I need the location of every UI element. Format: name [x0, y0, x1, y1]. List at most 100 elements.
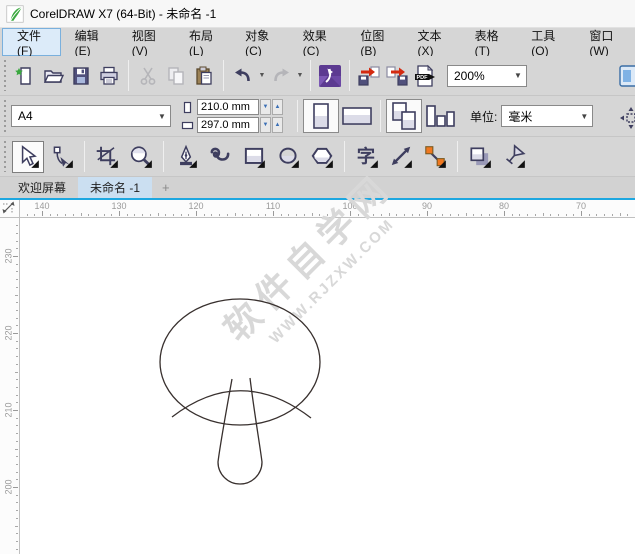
shape-tool[interactable]	[46, 141, 78, 173]
zoom-level-combobox[interactable]: 200% ▼	[447, 65, 527, 87]
menu-item-6[interactable]: 位图(B)	[346, 28, 403, 56]
page-height-spin-down[interactable]: ▼	[260, 117, 271, 133]
h-ruler-tick	[42, 211, 43, 216]
undo-dropdown-caret[interactable]: ▼	[257, 61, 267, 91]
menu-item-0[interactable]: 文件(F)	[2, 28, 61, 56]
h-ruler-minor-tick	[404, 214, 405, 216]
h-ruler-minor-tick	[319, 214, 320, 216]
page-height-row: 297.0 mm ▼ ▲	[181, 117, 283, 133]
document-tab-1[interactable]: 未命名 -1	[78, 177, 152, 198]
page-width-field[interactable]: 210.0 mm	[197, 99, 259, 115]
h-ruler-minor-tick	[573, 214, 574, 216]
clipped-nudge-button[interactable]	[619, 106, 635, 132]
redo-dropdown-caret[interactable]: ▼	[295, 61, 305, 91]
search-content-button[interactable]	[316, 61, 344, 91]
pick-tool[interactable]	[12, 141, 44, 173]
menu-item-9[interactable]: 工具(O)	[517, 28, 575, 56]
h-ruler-label: 110	[266, 201, 280, 211]
menu-item-4[interactable]: 对象(C)	[231, 28, 289, 56]
pen-tool[interactable]	[170, 141, 202, 173]
menu-item-1[interactable]: 编辑(E)	[61, 28, 118, 56]
copy-button-disabled[interactable]	[162, 61, 190, 91]
new-tab-button[interactable]: +	[152, 177, 180, 198]
print-icon	[97, 64, 121, 88]
h-ruler-minor-tick	[396, 214, 397, 216]
drop-shadow-tool[interactable]	[464, 141, 496, 173]
v-ruler-minor-tick	[16, 502, 18, 503]
print-button[interactable]	[95, 61, 123, 91]
menu-item-7[interactable]: 文本(X)	[404, 28, 461, 56]
new-document-button[interactable]	[11, 61, 39, 91]
redo-button-disabled[interactable]	[267, 61, 295, 91]
polygon-tool[interactable]	[306, 141, 338, 173]
clipped-toolbar-button[interactable]	[619, 63, 635, 89]
dimension-tool-icon	[388, 144, 414, 170]
page-height-field[interactable]: 297.0 mm	[197, 117, 259, 133]
mushroom-cap-ellipse[interactable]	[160, 299, 320, 425]
document-tab-0[interactable]: 欢迎屏幕	[6, 177, 78, 198]
export-button[interactable]	[383, 61, 411, 91]
h-ruler-label: 70	[576, 201, 586, 211]
rectangle-tool[interactable]	[238, 141, 270, 173]
artistic-media-tool[interactable]	[204, 141, 236, 173]
v-ruler-minor-tick	[15, 449, 18, 450]
menu-item-5[interactable]: 效果(C)	[289, 28, 347, 56]
toolbox-grip[interactable]	[3, 141, 7, 172]
toolbar-grip[interactable]	[3, 60, 7, 91]
property-bar-grip[interactable]	[3, 100, 7, 132]
menu-item-10[interactable]: 窗口(W)	[575, 28, 635, 56]
units-combobox[interactable]: 毫米 ▼	[501, 105, 593, 127]
menu-item-2[interactable]: 视图(V)	[118, 28, 175, 56]
save-button[interactable]	[67, 61, 95, 91]
units-dropdown-arrow[interactable]: ▼	[576, 106, 592, 126]
page-width-spin-down[interactable]: ▼	[260, 99, 271, 115]
horizontal-ruler[interactable]: 140130120110100908070	[20, 200, 635, 218]
different-page-sizes-button[interactable]	[422, 99, 458, 133]
drawing-canvas[interactable]	[20, 218, 635, 554]
page-width-spin-up[interactable]: ▲	[272, 99, 283, 115]
h-ruler-minor-tick	[519, 214, 520, 216]
cut-button-disabled[interactable]	[134, 61, 162, 91]
connector-tool[interactable]	[419, 141, 451, 173]
v-ruler-minor-tick	[16, 271, 18, 272]
mushroom-cap-arc[interactable]	[172, 391, 311, 418]
v-ruler-minor-tick	[16, 356, 18, 357]
h-ruler-minor-tick	[27, 214, 28, 216]
open-button[interactable]	[39, 61, 67, 91]
h-ruler-minor-tick	[458, 214, 459, 216]
zoom-tool-icon	[128, 144, 154, 170]
dimension-tool[interactable]	[385, 141, 417, 173]
ruler-origin-corner[interactable]	[0, 200, 20, 218]
zoom-tool[interactable]	[125, 141, 157, 173]
page-preset-dropdown-arrow[interactable]: ▼	[154, 106, 170, 126]
crop-tool[interactable]	[91, 141, 123, 173]
all-pages-same-size-button[interactable]	[386, 99, 422, 133]
v-ruler-tick	[13, 256, 18, 257]
vertical-ruler[interactable]: 230220210200	[0, 218, 20, 554]
page-preset-combobox[interactable]: A4 ▼	[11, 105, 171, 127]
v-ruler-minor-tick	[16, 402, 18, 403]
h-ruler-minor-tick	[204, 214, 205, 216]
transparency-tool[interactable]	[498, 141, 530, 173]
v-ruler-minor-tick	[16, 264, 18, 265]
menu-item-8[interactable]: 表格(T)	[461, 28, 518, 56]
v-ruler-minor-tick	[16, 241, 18, 242]
mushroom-stem[interactable]	[218, 378, 262, 484]
svg-text:PDF: PDF	[417, 74, 429, 80]
page-height-spin-up[interactable]: ▲	[272, 117, 283, 133]
portrait-orientation-button[interactable]	[303, 99, 339, 133]
import-icon	[356, 63, 382, 89]
h-ruler-minor-tick	[158, 213, 159, 216]
text-tool[interactable]: 字	[351, 141, 383, 173]
undo-button[interactable]	[229, 61, 257, 91]
publish-to-pdf-button[interactable]: PDF	[411, 61, 439, 91]
h-ruler-minor-tick	[550, 214, 551, 216]
toolbox-separator	[344, 141, 345, 172]
menu-item-3[interactable]: 布局(L)	[175, 28, 231, 56]
import-button[interactable]	[355, 61, 383, 91]
paste-button[interactable]	[190, 61, 218, 91]
zoom-level-dropdown-arrow[interactable]: ▼	[510, 66, 526, 86]
h-ruler-minor-tick	[373, 214, 374, 216]
landscape-orientation-button[interactable]	[339, 99, 375, 133]
ellipse-tool[interactable]	[272, 141, 304, 173]
